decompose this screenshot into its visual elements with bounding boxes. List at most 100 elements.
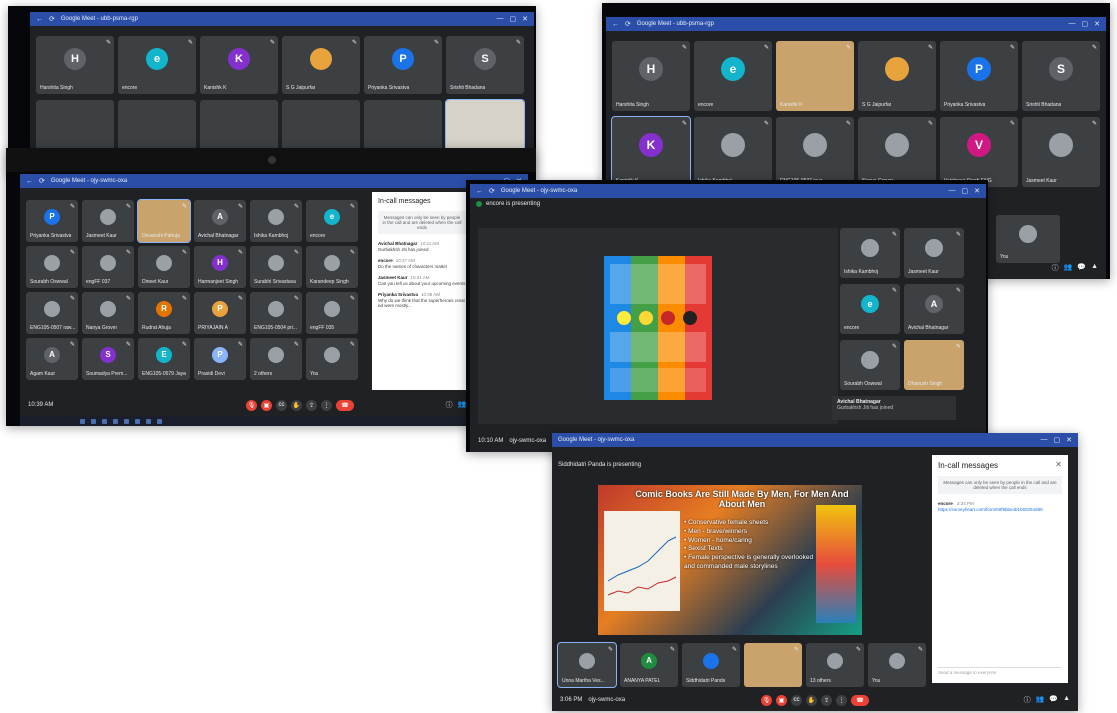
people-icon[interactable]: 👥: [458, 400, 467, 410]
participant-tile[interactable]: e encore ✎: [840, 284, 900, 334]
activities-icon[interactable]: ▲: [1091, 263, 1098, 273]
more-icon[interactable]: ⋮: [321, 399, 332, 411]
close-icon[interactable]: ✕: [1094, 20, 1100, 28]
minimize-icon[interactable]: —: [1041, 436, 1048, 444]
participant-tile[interactable]: A ANANYA PATEL ✎: [620, 643, 678, 687]
participant-tile[interactable]: Unna Martha Ves... ✎: [557, 642, 617, 688]
participant-tile[interactable]: Kanishk K ✎: [776, 41, 854, 111]
participant-tile[interactable]: ENG105-0537 jaya✎: [776, 117, 854, 187]
participant-tile[interactable]: S Soumadya Prem... ✎: [82, 338, 134, 380]
reload-icon[interactable]: ⟳: [49, 15, 55, 23]
back-icon[interactable]: ←: [36, 16, 43, 23]
participant-tile[interactable]: You ✎: [868, 643, 926, 687]
participant-tile[interactable]: H Harshita Singh ✎: [36, 36, 114, 94]
participant-tile[interactable]: P Priyanka Srivastva ✎: [940, 41, 1018, 111]
close-icon[interactable]: ✕: [1066, 436, 1072, 444]
participant-tile[interactable]: Nanya Grover✎: [858, 117, 936, 187]
close-icon[interactable]: ✕: [522, 15, 528, 23]
participant-tile[interactable]: Sourabh Oswwal ✎: [26, 246, 78, 288]
camera-off-icon[interactable]: ▣: [776, 694, 787, 706]
people-icon[interactable]: 👥: [1064, 263, 1073, 273]
participant-tile[interactable]: S G Jaipurfar ✎: [282, 36, 360, 94]
back-icon[interactable]: ←: [26, 178, 33, 185]
minimize-icon[interactable]: —: [497, 15, 504, 23]
participant-tile[interactable]: engFF 037 ✎: [82, 246, 134, 288]
participant-tile[interactable]: Jasmeet Kaur ✎: [82, 200, 134, 242]
captions-icon[interactable]: cc: [276, 399, 287, 411]
raise-hand-icon[interactable]: ✋: [806, 694, 817, 706]
participant-tile[interactable]: Ishika Kambhoj✎: [694, 117, 772, 187]
end-call-button[interactable]: ☎: [336, 399, 354, 411]
participant-tile[interactable]: E ENG105-0579 Jaya ✎: [138, 338, 190, 380]
participant-tile[interactable]: A Agam Kaur ✎: [26, 338, 78, 380]
participant-tile[interactable]: Jasmeet Kaur ✎: [904, 228, 964, 278]
reload-icon[interactable]: ⟳: [489, 187, 495, 195]
maximize-icon[interactable]: ▢: [962, 187, 969, 195]
participant-tile[interactable]: H Harmanjeet Singh ✎: [194, 246, 246, 288]
participant-tile[interactable]: P Prasidi Devi ✎: [194, 338, 246, 380]
participant-tile[interactable]: A Avichal Bhatnagar ✎: [904, 284, 964, 334]
maximize-icon[interactable]: ▢: [510, 15, 517, 23]
reload-icon[interactable]: ⟳: [39, 177, 45, 185]
activities-icon[interactable]: ▲: [1063, 695, 1070, 705]
reload-icon[interactable]: ⟳: [625, 20, 631, 28]
minimize-icon[interactable]: —: [1069, 20, 1076, 28]
mic-off-icon[interactable]: 🎙: [246, 399, 257, 411]
participant-tile[interactable]: KKanishk K✎: [200, 36, 278, 94]
participant-tile[interactable]: 2 others ✎: [250, 338, 302, 380]
info-icon[interactable]: ⓘ: [1024, 695, 1031, 705]
participant-tile[interactable]: H Harshita Singh ✎: [612, 41, 690, 111]
participant-tile[interactable]: S Srishti Bhadana ✎: [1022, 41, 1100, 111]
mic-off-icon[interactable]: 🎙: [761, 694, 772, 706]
participant-tile[interactable]: Sourabh Oswwal ✎: [840, 340, 900, 390]
participant-tile[interactable]: Ishika Kambhoj✎: [250, 200, 302, 242]
participant-tile[interactable]: Surabhi Srivastava ✎: [250, 246, 302, 288]
camera-off-icon[interactable]: ▣: [261, 399, 272, 411]
participant-tile[interactable]: engFF 035 ✎: [306, 292, 358, 334]
info-icon[interactable]: ⓘ: [446, 400, 453, 410]
participant-tile[interactable]: Jasmeet Kaur ✎: [1022, 117, 1100, 187]
self-view-tile[interactable]: You: [996, 215, 1060, 263]
close-chat-icon[interactable]: ✕: [1055, 460, 1062, 469]
participant-tile[interactable]: A Avichal Bhatnagar ✎: [194, 200, 246, 242]
participant-tile[interactable]: Nanya Grover✎: [82, 292, 134, 334]
captions-icon[interactable]: cc: [791, 694, 802, 706]
chat-icon[interactable]: 💬: [1049, 695, 1058, 705]
present-icon[interactable]: ⇪: [821, 694, 832, 706]
close-icon[interactable]: ✕: [974, 187, 980, 195]
back-icon[interactable]: ←: [476, 188, 483, 195]
back-icon[interactable]: ←: [612, 21, 619, 28]
participant-tile[interactable]: Devanshi Pahuja ✎: [137, 199, 191, 243]
participant-tile[interactable]: ✎: [744, 643, 802, 687]
participant-tile[interactable]: KKanishk K✎: [611, 116, 691, 188]
participant-tile[interactable]: You ✎: [306, 338, 358, 380]
maximize-icon[interactable]: ▢: [1082, 20, 1089, 28]
present-icon[interactable]: ⇪: [306, 399, 317, 411]
participant-tile[interactable]: P PRIYAJAIN A ✎: [194, 292, 246, 334]
participant-tile[interactable]: Siddhidatri Panda ✎: [682, 643, 740, 687]
participant-tile[interactable]: S G Jaipurfar ✎: [858, 41, 936, 111]
participant-tile[interactable]: ENG105-0507 raw... ✎: [26, 292, 78, 334]
participant-tile[interactable]: Karandeep Singh ✎: [306, 246, 358, 288]
end-call-button[interactable]: ☎: [851, 694, 869, 706]
more-icon[interactable]: ⋮: [836, 694, 847, 706]
participant-tile[interactable]: ENG105-0504 pri... ✎: [250, 292, 302, 334]
minimize-icon[interactable]: —: [949, 187, 956, 195]
participant-tile[interactable]: e encore ✎: [694, 41, 772, 111]
participant-tile[interactable]: Ishika Kambhoj✎: [840, 228, 900, 278]
participant-tile[interactable]: P Priyanka Srivastva ✎: [26, 200, 78, 242]
participant-tile[interactable]: e encore ✎: [118, 36, 196, 94]
participant-tile[interactable]: Dineet Kaur ✎: [138, 246, 190, 288]
chat-input[interactable]: Send a message to everyone: [938, 667, 1062, 677]
participant-tile[interactable]: R Rudrat Ahuja ✎: [138, 292, 190, 334]
participant-tile[interactable]: e encore ✎: [306, 200, 358, 242]
participant-tile[interactable]: S Srishti Bhadana ✎: [446, 36, 524, 94]
maximize-icon[interactable]: ▢: [1054, 436, 1061, 444]
message-link[interactable]: https://surveyheart.com/form/60f9bbe4b1b…: [938, 507, 1062, 512]
chat-icon[interactable]: 💬: [1077, 263, 1086, 273]
participant-tile[interactable]: Dhanush Singh ✎: [904, 340, 964, 390]
raise-hand-icon[interactable]: ✋: [291, 399, 302, 411]
people-icon[interactable]: 👥: [1036, 695, 1045, 705]
participant-tile[interactable]: VVaishnavi Singh ENG✎: [940, 117, 1018, 187]
participant-tile[interactable]: 13 others ✎: [806, 643, 864, 687]
